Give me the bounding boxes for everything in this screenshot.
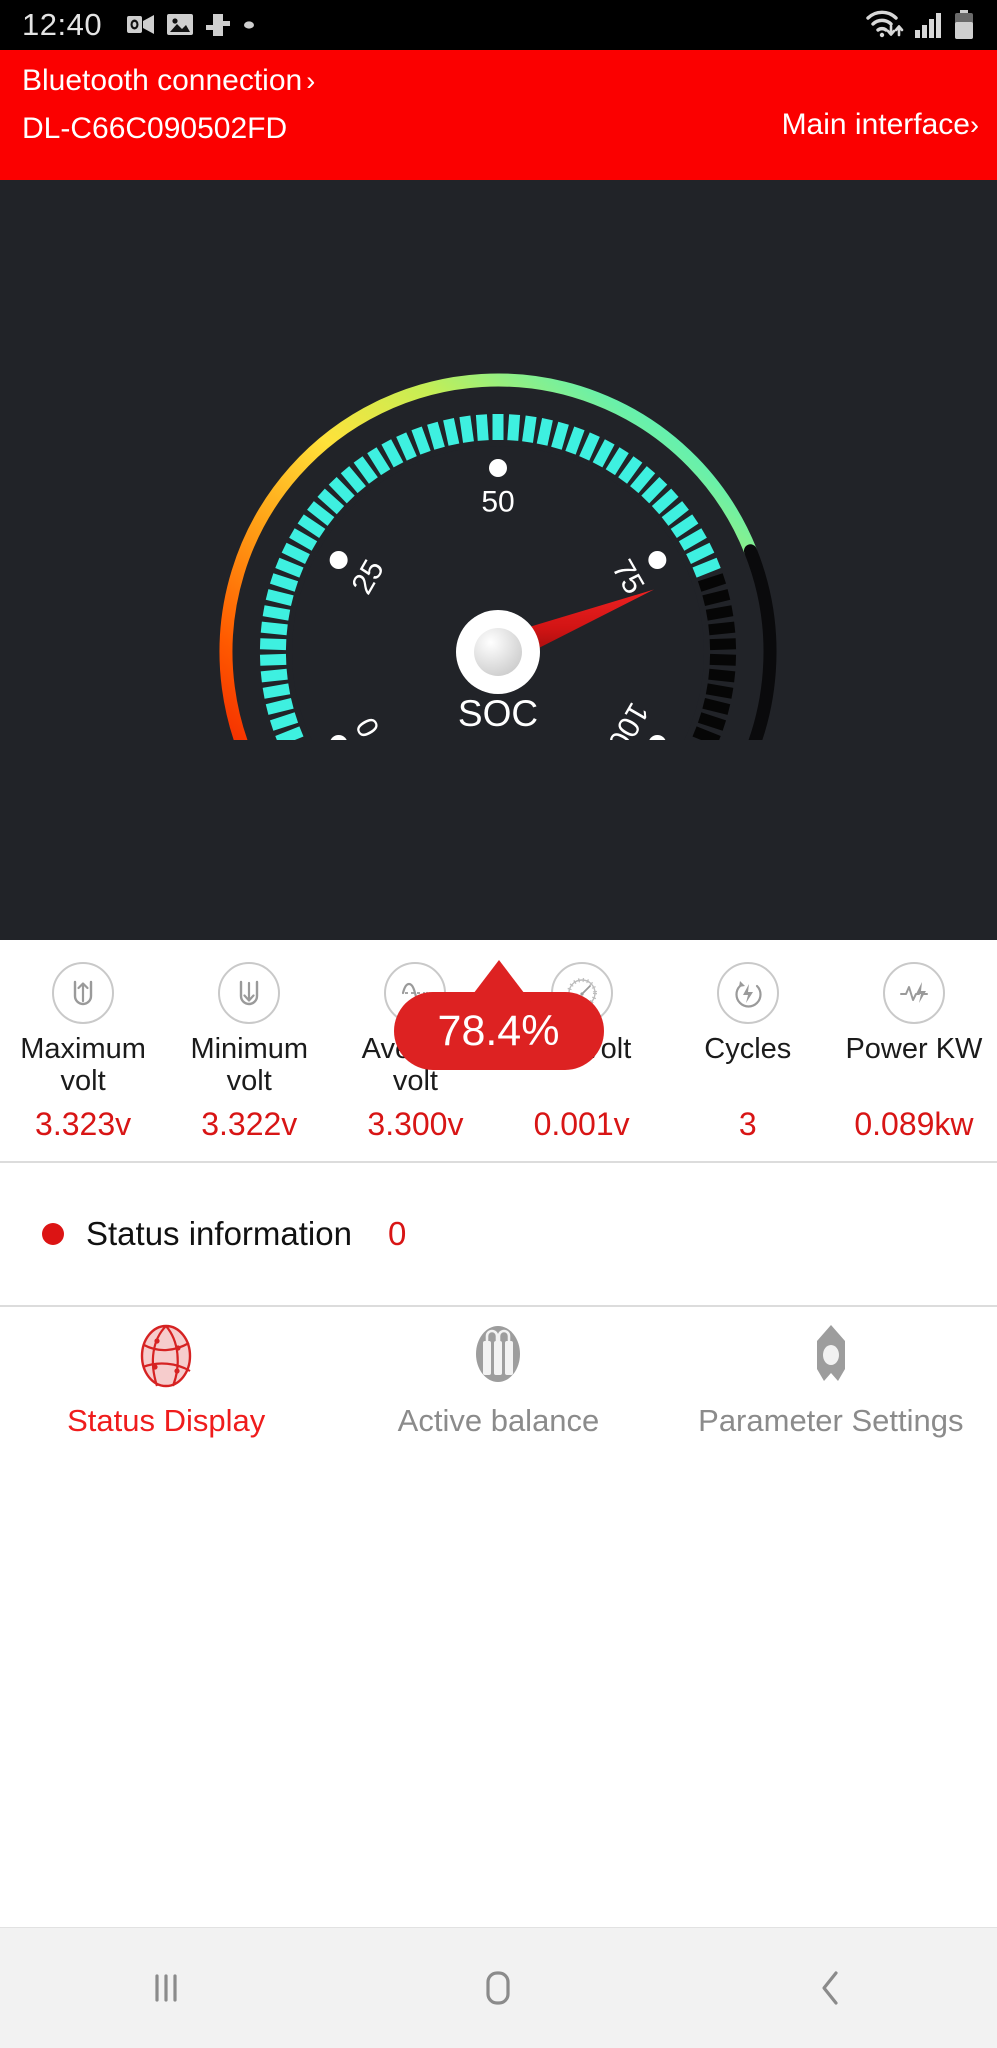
cell-stat-label: Power KW — [845, 1033, 983, 1102]
cell-stat-label-line1: Power KW — [845, 1033, 983, 1065]
gallery-icon — [166, 12, 194, 38]
status-information-row[interactable]: Status information 0 — [0, 1163, 997, 1305]
back-button[interactable] — [771, 1928, 891, 2048]
status-bar-right — [865, 9, 975, 41]
home-button[interactable] — [438, 1928, 558, 2048]
recents-button[interactable] — [106, 1928, 226, 2048]
back-icon — [811, 1965, 851, 2011]
tab-active-balance[interactable]: Active balance — [332, 1321, 664, 1439]
dot-icon — [242, 18, 256, 32]
active-balance-icon — [465, 1321, 531, 1391]
status-information-count: 0 — [387, 1215, 407, 1252]
soc-value-text: 78.4% — [437, 1006, 560, 1055]
tab-parameter-settings[interactable]: Parameter Settings — [665, 1321, 997, 1439]
bluetooth-connection-link[interactable]: Bluetooth connection › — [22, 64, 975, 98]
tab-label: Status Display — [67, 1403, 266, 1438]
android-navigation-bar — [0, 1927, 997, 2048]
power-icon — [882, 962, 945, 1024]
bottom-tab-bar: Status Display Active balance Parameter … — [0, 1307, 997, 1459]
home-icon — [477, 1965, 519, 2011]
signal-icon — [914, 11, 944, 39]
outlook-icon — [126, 12, 156, 38]
app-header: Bluetooth connection › DL-C66C090502FD M… — [0, 50, 997, 180]
cell-stat-value: 0.001v — [533, 1106, 630, 1142]
cell-stat-label: Minimum volt — [190, 1033, 309, 1102]
soc-value-badge: 78.4% — [393, 992, 604, 1070]
cell-stat-label-line1: Minimum — [190, 1033, 309, 1065]
cell-stat-minimum-volt[interactable]: Minimum volt 3.322v — [166, 962, 332, 1143]
plus-app-icon — [204, 12, 232, 38]
tab-label: Parameter Settings — [698, 1403, 964, 1438]
soc-gauge: 0 25 50 75 100 SOC — [0, 180, 997, 858]
main-interface-link[interactable]: Main interface › — [782, 108, 979, 142]
bluetooth-connection-label: Bluetooth connection — [22, 64, 303, 97]
cell-stat-label-line2: volt — [226, 1064, 272, 1097]
gauge-tick-label: 50 — [481, 486, 514, 519]
cell-stat-label-line1: Cycles — [704, 1033, 792, 1065]
cell-stat-value: 3.300v — [367, 1106, 464, 1142]
tab-status-display[interactable]: Status Display — [0, 1321, 332, 1439]
status-information-label: Status information — [86, 1215, 352, 1252]
status-display-icon — [133, 1321, 199, 1391]
cycles-icon — [716, 962, 779, 1024]
chevron-right-icon: › — [306, 65, 316, 96]
cell-stat-power-kw[interactable]: Power KW 0.089kw — [831, 962, 997, 1143]
soc-gauge-svg: 0255075100SOC — [219, 373, 777, 858]
cell-stat-label: Cycles — [704, 1033, 792, 1102]
cell-stat-maximum-volt[interactable]: Maximum volt 3.323v — [0, 962, 166, 1143]
parameter-settings-icon — [798, 1321, 864, 1391]
cell-stat-label-line2: volt — [60, 1064, 106, 1097]
chevron-right-icon: › — [970, 109, 979, 140]
recents-icon — [146, 1966, 186, 2010]
clock: 12:40 — [22, 7, 103, 42]
tab-label: Active balance — [397, 1403, 600, 1438]
cell-stat-value: 3 — [738, 1106, 757, 1142]
cell-stat-value: 0.089kw — [854, 1106, 974, 1142]
app-root: 12:40 Bluetooth connection › DL-C66C0905… — [0, 0, 997, 2048]
cell-stat-label-line1: Maximum — [20, 1033, 146, 1065]
cell-stat-value: 3.323v — [35, 1106, 132, 1142]
status-dot-icon — [42, 1223, 64, 1245]
status-bar: 12:40 — [0, 0, 997, 50]
main-interface-label: Main interface — [781, 108, 970, 141]
status-bar-left: 12:40 — [22, 7, 256, 43]
gauge-panel: 0255075100SOC 78.4% sum volt 13.2V — [0, 180, 997, 1397]
cell-stat-value: 3.322v — [201, 1106, 298, 1142]
cell-stat-label: Maximum volt — [20, 1033, 146, 1102]
cell-min-icon — [218, 962, 281, 1024]
cell-max-icon — [52, 962, 115, 1024]
battery-icon — [953, 10, 975, 40]
wifi-icon — [865, 9, 905, 41]
gauge-center-label: SOC — [458, 693, 538, 734]
details-section: Maximum volt 3.323v Minimum volt 3.322v — [0, 940, 997, 1927]
cell-stat-cycles[interactable]: Cycles 3 — [665, 962, 831, 1143]
